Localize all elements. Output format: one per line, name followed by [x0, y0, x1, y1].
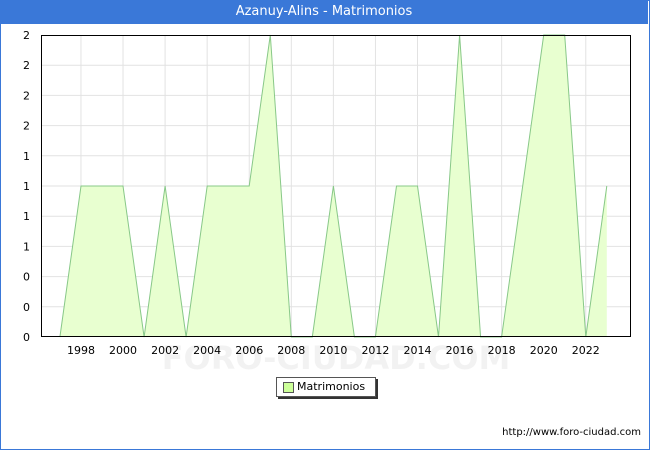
y-tick-label: 1	[23, 180, 30, 193]
x-tick-label: 2006	[235, 344, 263, 357]
y-tick-label: 1	[23, 210, 30, 223]
x-tick-label: 2020	[530, 344, 558, 357]
y-tick-label: 2	[23, 89, 30, 102]
x-tick-label: 2000	[109, 344, 137, 357]
y-tick-label: 0	[23, 301, 30, 314]
x-tick-label: 1998	[67, 344, 95, 357]
x-tick-label: 2016	[446, 344, 474, 357]
y-tick-label: 1	[23, 150, 30, 163]
legend: Matrimonios	[276, 377, 376, 397]
y-tick-label: 2	[23, 120, 30, 133]
x-tick-label: 2002	[151, 344, 179, 357]
x-tick-label: 2008	[277, 344, 305, 357]
legend-swatch	[283, 382, 294, 393]
x-tick-label: 2018	[488, 344, 516, 357]
x-tick-label: 2014	[404, 344, 432, 357]
x-tick-label: 2010	[319, 344, 347, 357]
x-axis: 1998 2000 2002 2004 2006 2008 2010 2012 2014 2016…	[67, 344, 600, 357]
y-tick-label: 0	[23, 271, 30, 284]
y-tick-label: 2	[23, 59, 30, 72]
source-url: http://www.foro-ciudad.com	[502, 427, 641, 438]
y-tick-label: 2	[23, 29, 30, 42]
y-tick-label: 1	[23, 240, 30, 253]
x-tick-label: 2022	[572, 344, 600, 357]
x-tick-label: 2012	[361, 344, 389, 357]
x-tick-label: 2004	[193, 344, 221, 357]
y-axis: 0 0 0 1 1 1 1 2 2 2 2	[23, 29, 30, 344]
legend-label: Matrimonios	[297, 380, 366, 393]
y-tick-label: 0	[23, 331, 30, 344]
